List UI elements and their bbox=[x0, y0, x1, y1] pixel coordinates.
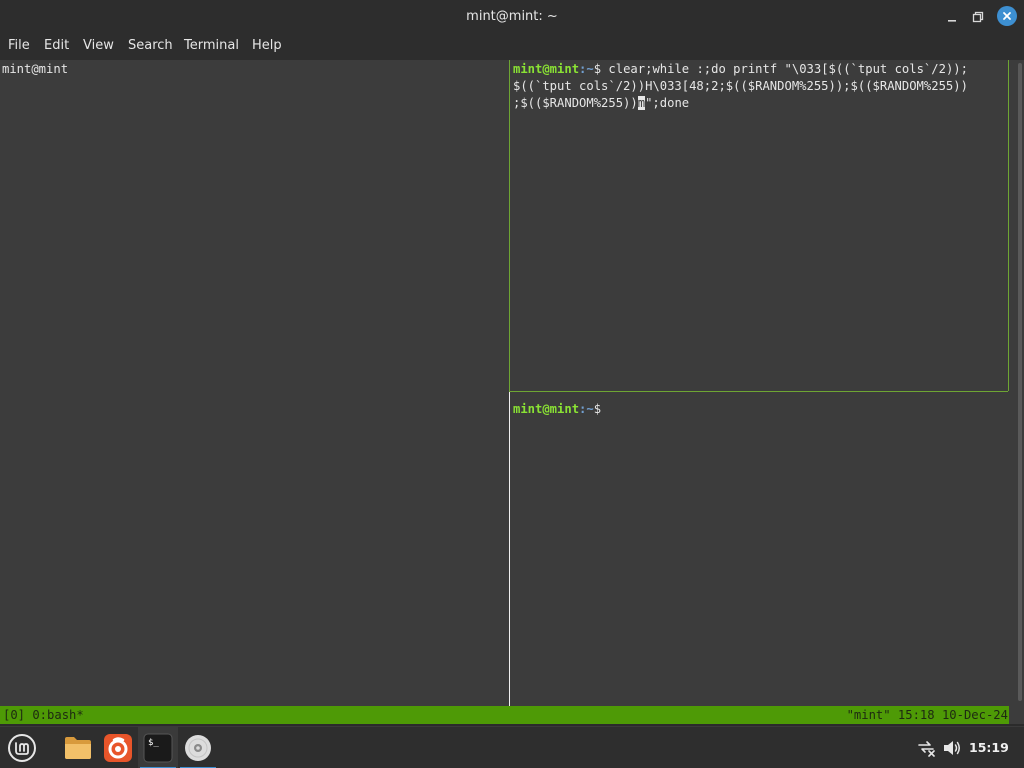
menu-bar: File Edit View Search Terminal Help bbox=[0, 34, 1024, 60]
menu-terminal[interactable]: Terminal bbox=[184, 34, 239, 58]
maximize-icon bbox=[972, 11, 984, 23]
terminal-scrollbar[interactable] bbox=[1009, 60, 1024, 706]
terminal-icon: $_ bbox=[143, 733, 173, 763]
firefox-icon bbox=[104, 734, 132, 762]
network-tray-button[interactable] bbox=[913, 727, 939, 768]
svg-text:$_: $_ bbox=[148, 738, 159, 748]
command-line-3: ;$(($RANDOM%255)) bbox=[513, 96, 638, 110]
maximize-button[interactable] bbox=[968, 7, 988, 27]
disc-icon bbox=[185, 735, 211, 761]
scrollbar-thumb[interactable] bbox=[1018, 63, 1022, 701]
prompt-path: :~ bbox=[579, 402, 594, 416]
prompt-user: mint@mint bbox=[513, 62, 580, 76]
taskbar-terminal-button[interactable]: $_ bbox=[138, 727, 178, 768]
command-text: mint@mint:~$ clear;while :;do printf "\0… bbox=[513, 61, 968, 112]
tmux-pane-left[interactable]: mint@mint bbox=[0, 60, 509, 706]
status-right: "mint" 15:18 10-Dec-24 bbox=[846, 708, 1008, 722]
status-left: [0] 0:bash* bbox=[3, 708, 84, 722]
linux-mint-menu-icon bbox=[8, 734, 36, 762]
command-line-2: $((`tput cols`/2))H\033[48;2;$(($RANDOM%… bbox=[513, 79, 968, 93]
prompt-symbol: $ bbox=[593, 402, 602, 416]
left-pane-text: mint@mint bbox=[2, 62, 69, 76]
volume-icon bbox=[944, 741, 960, 755]
taskbar-disc-button[interactable] bbox=[178, 727, 218, 768]
menu-button[interactable] bbox=[2, 727, 42, 768]
menu-file[interactable]: File bbox=[8, 34, 30, 58]
menu-search[interactable]: Search bbox=[128, 34, 173, 58]
prompt-symbol: $ bbox=[593, 62, 602, 76]
menu-edit[interactable]: Edit bbox=[44, 34, 69, 58]
menu-view[interactable]: View bbox=[83, 34, 114, 58]
network-disconnected-icon bbox=[918, 741, 935, 757]
prompt-path: :~ bbox=[579, 62, 594, 76]
close-button[interactable] bbox=[997, 6, 1017, 26]
window-title: mint@mint: ~ bbox=[466, 9, 558, 24]
menu-help[interactable]: Help bbox=[252, 34, 282, 58]
command-line-1: clear;while :;do printf "\033[$((`tput c… bbox=[601, 62, 968, 76]
tmux-status-bar: [0] 0:bash* "mint" 15:18 10-Dec-24 bbox=[0, 706, 1009, 724]
volume-tray-button[interactable] bbox=[940, 727, 964, 768]
tmux-pane-top-right[interactable]: mint@mint:~$ clear;while :;do printf "\0… bbox=[510, 60, 1008, 391]
prompt-user: mint@mint bbox=[513, 402, 580, 416]
minimize-button[interactable] bbox=[942, 7, 962, 27]
bottom-prompt: mint@mint:~$ bbox=[513, 401, 601, 418]
status-bar-tail bbox=[1009, 706, 1024, 724]
close-icon bbox=[1003, 12, 1011, 20]
command-line-3-tail: ";done bbox=[645, 96, 690, 110]
taskbar-files-button[interactable] bbox=[58, 727, 98, 768]
taskbar-firefox-button[interactable] bbox=[98, 727, 138, 768]
taskbar: $_ 15:19 bbox=[0, 726, 1024, 768]
terminal-area[interactable]: mint@mint mint@mint:~$ clear;while :;do … bbox=[0, 60, 1024, 706]
window-titlebar[interactable]: mint@mint: ~ bbox=[0, 0, 1024, 34]
tmux-pane-bottom-right[interactable]: mint@mint:~$ bbox=[510, 392, 1008, 706]
text-cursor: m bbox=[637, 96, 646, 110]
minimize-icon bbox=[948, 20, 956, 22]
files-icon bbox=[65, 737, 91, 759]
clock[interactable]: 15:19 bbox=[969, 727, 1009, 768]
